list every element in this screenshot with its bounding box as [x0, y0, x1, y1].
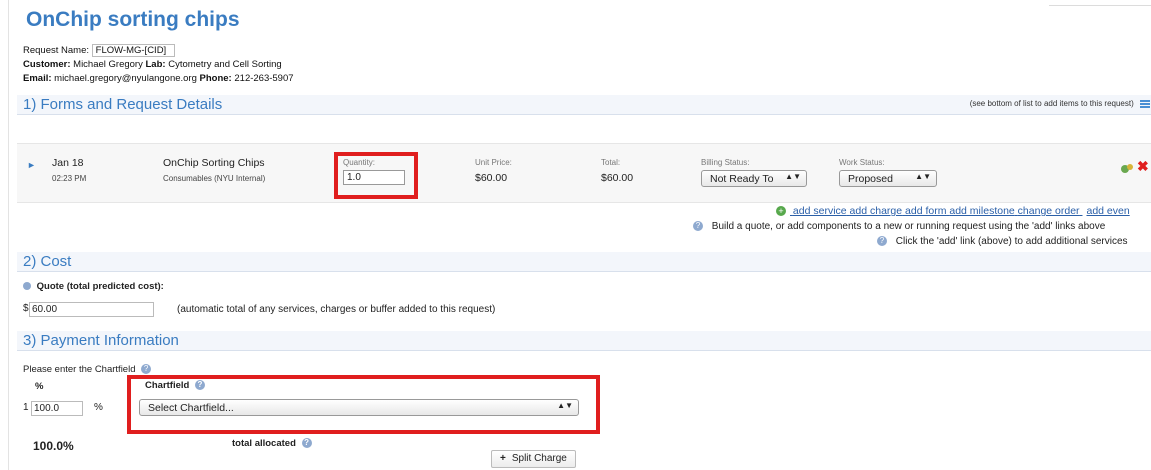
- billing-status-label: Billing Status:: [701, 158, 750, 167]
- select-arrows-icon: ▲▼: [915, 172, 931, 181]
- item-date: Jan 18: [52, 157, 84, 169]
- page-container: OnChip sorting chips Request Name: FLOW-…: [8, 0, 1151, 470]
- hint-build-quote-text: Build a quote, or add components to a ne…: [711, 221, 1106, 232]
- help-icon: ?: [693, 221, 703, 232]
- customer-value: Michael Gregory: [73, 59, 143, 70]
- top-divider: [1049, 0, 1151, 6]
- add-event-link[interactable]: add even: [1086, 205, 1129, 217]
- quantity-highlight-frame: [334, 152, 418, 199]
- work-status-select[interactable]: Proposed ▲▼: [839, 170, 937, 187]
- item-name: OnChip Sorting Chips: [163, 157, 265, 169]
- unit-price-label: Unit Price:: [475, 158, 512, 167]
- percent-header: %: [35, 381, 44, 392]
- chartfield-prompt: Please enter the Chartfield ?: [23, 364, 157, 375]
- help-icon: ?: [301, 438, 312, 449]
- phone-value: 212-263-5907: [234, 73, 294, 84]
- help-icon: ?: [877, 236, 887, 247]
- add-links-row: + add service add charge add form add mi…: [776, 205, 1130, 217]
- page-title: OnChip sorting chips: [26, 8, 240, 31]
- hint-build-quote: ? Build a quote, or add components to a …: [693, 221, 1105, 232]
- request-name-row: Request Name: FLOW-MG-[CID]: [23, 44, 175, 57]
- split-charge-button[interactable]: + Split Charge: [491, 450, 576, 468]
- select-arrows-icon: ▲▼: [785, 172, 801, 181]
- edit-icon[interactable]: [1120, 162, 1134, 180]
- total-percent: 100.0%: [33, 439, 74, 453]
- line-item-row: ► Jan 18 02:23 PM OnChip Sorting Chips C…: [17, 143, 1151, 203]
- item-time: 02:23 PM: [52, 174, 87, 183]
- work-status-label: Work Status:: [839, 158, 885, 167]
- expand-arrow-icon[interactable]: ►: [27, 160, 36, 170]
- section-cost-title: 2) Cost: [23, 253, 72, 270]
- work-status-value: Proposed: [848, 173, 893, 185]
- lab-label: Lab:: [145, 59, 166, 70]
- phone-label: Phone:: [199, 73, 232, 84]
- request-name-input[interactable]: FLOW-MG-[CID]: [91, 44, 175, 57]
- section-cost-header: 2) Cost: [17, 252, 1151, 272]
- collapse-icon[interactable]: [23, 282, 31, 291]
- help-icon: ?: [141, 364, 152, 375]
- chartfield-highlight-frame: [127, 375, 600, 434]
- quote-note: (automatic total of any services, charge…: [177, 304, 496, 315]
- quote-label-row: Quote (total predicted cost):: [23, 281, 164, 292]
- section-payment-title: 3) Payment Information: [23, 332, 179, 349]
- request-name-label: Request Name:: [23, 45, 90, 57]
- email-row: Email: michael.gregory@nyulangone.org Ph…: [23, 73, 294, 84]
- percent-input[interactable]: 100.0: [31, 401, 83, 416]
- add-plus-icon: +: [776, 206, 786, 217]
- billing-status-value: Not Ready To: [710, 173, 774, 185]
- lab-value: Cytometry and Cell Sorting: [168, 59, 282, 70]
- hint-click-add-text: Click the 'add' link (above) to add addi…: [895, 236, 1128, 247]
- add-form-link[interactable]: add form: [905, 205, 946, 217]
- section-forms-header: 1) Forms and Request Details (see bottom…: [17, 95, 1151, 115]
- change-order-link[interactable]: change order: [1018, 205, 1080, 217]
- row-index: 1: [23, 402, 29, 413]
- split-charge-label: Split Charge: [511, 453, 567, 464]
- currency-symbol: $: [23, 303, 29, 314]
- chartfield-prompt-text: Please enter the Chartfield: [23, 364, 136, 375]
- plus-icon: +: [500, 453, 506, 464]
- item-category: Consumables (NYU Internal): [163, 174, 266, 183]
- list-icon[interactable]: [1140, 99, 1150, 108]
- email-label: Email:: [23, 73, 52, 84]
- add-charge-link[interactable]: add charge: [850, 205, 903, 217]
- total-value: $60.00: [601, 172, 634, 184]
- unit-price-value: $60.00: [475, 172, 508, 184]
- quote-input[interactable]: 60.00: [29, 302, 154, 317]
- hint-click-add: ? Click the 'add' link (above) to add ad…: [877, 236, 1128, 247]
- billing-status-select[interactable]: Not Ready To ▲▼: [701, 170, 807, 187]
- delete-icon[interactable]: ✖: [1137, 158, 1149, 175]
- total-label: Total:: [601, 158, 621, 167]
- forms-note-text: (see bottom of list to add items to this…: [969, 99, 1134, 108]
- quote-label: Quote (total predicted cost):: [36, 281, 164, 292]
- section-forms-note: (see bottom of list to add items to this…: [970, 99, 1150, 108]
- percent-suffix: %: [94, 402, 103, 413]
- customer-label: Customer:: [23, 59, 71, 70]
- total-allocated-text: total allocated: [232, 438, 296, 449]
- section-payment-header: 3) Payment Information: [17, 331, 1151, 351]
- section-forms-title: 1) Forms and Request Details: [23, 96, 223, 113]
- email-value: michael.gregory@nyulangone.org: [54, 73, 197, 84]
- total-allocated: total allocated ?: [232, 438, 318, 449]
- add-milestone-link[interactable]: add milestone: [949, 205, 1014, 217]
- add-service-link[interactable]: add service: [793, 205, 847, 217]
- customer-row: Customer: Michael Gregory Lab: Cytometry…: [23, 59, 282, 70]
